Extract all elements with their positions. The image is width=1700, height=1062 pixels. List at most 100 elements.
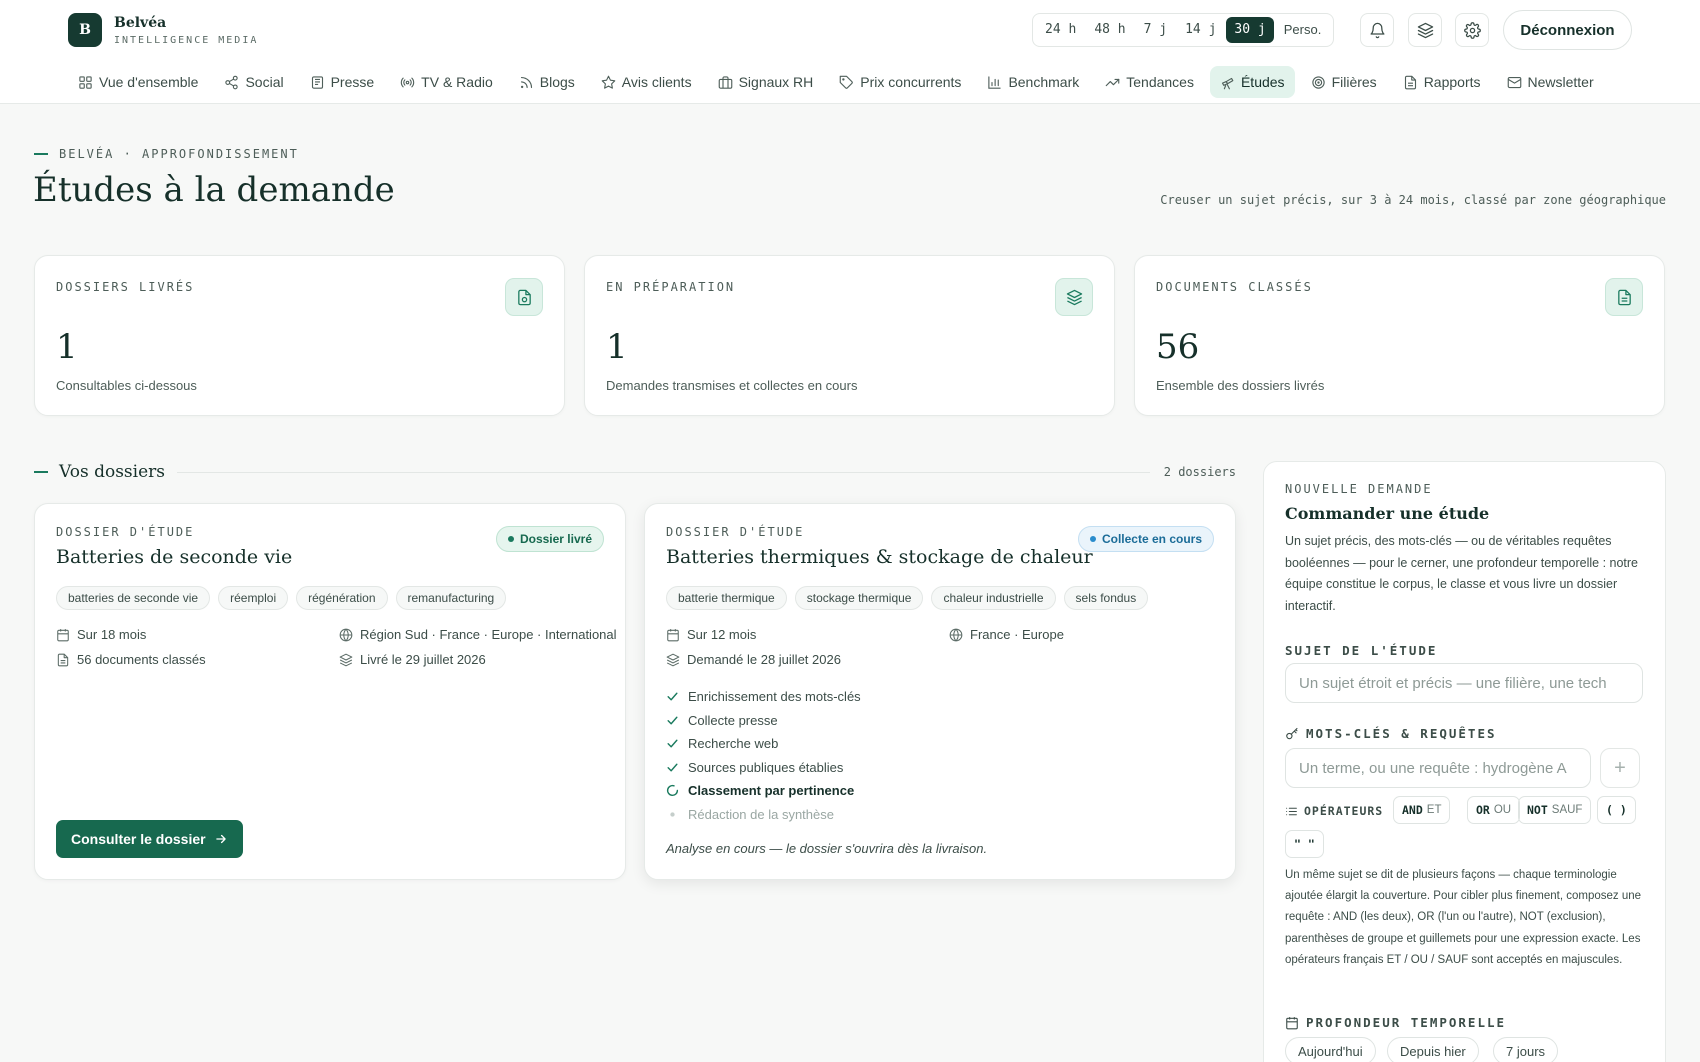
file-check-icon xyxy=(505,278,543,316)
logout-button[interactable]: Déconnexion xyxy=(1503,10,1632,50)
nav-item-hr-signals[interactable]: Signaux RH xyxy=(708,66,824,98)
operator-quotes-button[interactable]: " " xyxy=(1285,830,1324,858)
brand-subtitle: INTELLIGENCE MEDIA xyxy=(114,34,259,46)
nav-item-blogs[interactable]: Blogs xyxy=(509,66,585,98)
layers-icon xyxy=(1417,22,1433,38)
section-count: 2 dossiers xyxy=(1163,465,1236,479)
grid-icon xyxy=(79,75,92,89)
time-range-selector: 24 h 48 h 7 j 14 j 30 j Perso. xyxy=(1032,13,1335,47)
nav-item-social[interactable]: Social xyxy=(214,66,293,98)
stat-description: Consultables ci-dessous xyxy=(56,378,197,393)
document-icon xyxy=(1605,278,1643,316)
nav-label: TV & Radio xyxy=(421,74,493,90)
brand[interactable]: B Belvéa INTELLIGENCE MEDIA xyxy=(68,13,258,47)
nav-item-reports[interactable]: Rapports xyxy=(1393,66,1491,98)
settings-button[interactable] xyxy=(1455,13,1489,47)
nav-item-newsletter[interactable]: Newsletter xyxy=(1497,66,1604,98)
stat-card-in-progress: EN PRÉPARATION 1 Demandes transmises et … xyxy=(584,255,1115,416)
nav-label: Tendances xyxy=(1126,74,1194,90)
nav-label: Signaux RH xyxy=(738,74,814,90)
brand-logo: B xyxy=(68,13,102,47)
stat-card-documents: DOCUMENTS CLASSÉS 56 Ensemble des dossie… xyxy=(1134,255,1665,416)
nav-item-tv-radio[interactable]: TV & Radio xyxy=(390,66,503,98)
subject-label: SUJET DE L'ÉTUDE xyxy=(1285,643,1438,658)
range-14j[interactable]: 14 j xyxy=(1177,17,1224,43)
range-30j[interactable]: 30 j xyxy=(1226,17,1274,43)
tag-icon xyxy=(839,75,854,89)
range-24h[interactable]: 24 h xyxy=(1037,17,1084,43)
analysis-note: Analyse en cours — le dossier s'ouvrira … xyxy=(666,841,988,856)
keyword-tag: chaleur industrielle xyxy=(931,586,1056,610)
key-icon xyxy=(1286,727,1298,739)
file-icon xyxy=(1404,75,1416,89)
status-dot-icon xyxy=(507,536,514,542)
keywords-label: MOTS-CLÉS & REQUÊTES xyxy=(1285,726,1497,741)
calendar-icon xyxy=(57,628,69,641)
section-title: Vos dossiers xyxy=(59,462,165,482)
range-48h[interactable]: 48 h xyxy=(1086,17,1133,43)
dossier-date: Demandé le 28 juillet 2026 xyxy=(666,652,841,667)
stat-label: EN PRÉPARATION xyxy=(606,280,736,294)
dossier-kicker: DOSSIER D'ÉTUDE xyxy=(56,525,195,539)
nav-item-press[interactable]: Presse xyxy=(300,66,385,98)
range-7j[interactable]: 7 j xyxy=(1136,17,1175,43)
step-done: Sources publiques établies xyxy=(666,756,861,780)
keywords-input[interactable]: Un terme, ou une requête : hydrogène A xyxy=(1285,748,1591,788)
nav-item-studies[interactable]: Études xyxy=(1209,66,1295,98)
status-dot-icon xyxy=(1089,536,1096,542)
range-custom[interactable]: Perso. xyxy=(1276,17,1330,43)
top-bar: B Belvéa INTELLIGENCE MEDIA 24 h 48 h 7 … xyxy=(0,0,1700,104)
step-done: Collecte presse xyxy=(666,709,861,733)
rss-icon xyxy=(520,76,532,88)
nav-item-competitor-prices[interactable]: Prix concurrents xyxy=(829,66,971,98)
share-icon xyxy=(225,75,239,89)
bell-icon xyxy=(1369,22,1385,38)
telescope-icon xyxy=(1221,77,1234,89)
operator-parentheses-button[interactable]: ( ) xyxy=(1597,796,1636,824)
nav-item-overview[interactable]: Vue d'ensemble xyxy=(68,66,208,98)
dossier-title: Batteries de seconde vie xyxy=(56,546,293,568)
operators-help: Un même sujet se dit de plusieurs façons… xyxy=(1285,869,1642,966)
star-icon xyxy=(601,75,616,89)
form-description: Un sujet précis, des mots-clés — ou de v… xyxy=(1285,534,1639,613)
new-study-form: NOUVELLE DEMANDE Commander une étude Un … xyxy=(1263,461,1666,1062)
operator-not-button[interactable]: NOT SAUF xyxy=(1518,796,1592,824)
nav-item-trends[interactable]: Tendances xyxy=(1095,66,1204,98)
keyword-tags: batterie thermique stockage thermique ch… xyxy=(666,586,1149,610)
nav-label: Blogs xyxy=(539,74,575,90)
stat-label: DOSSIERS LIVRÉS xyxy=(56,280,195,294)
dossier-card: DOSSIER D'ÉTUDE Batteries thermiques & s… xyxy=(644,503,1236,880)
depth-option-yesterday[interactable]: Depuis hier xyxy=(1387,1037,1479,1062)
keyword-tag: réemploi xyxy=(218,586,289,610)
nav-label: Benchmark xyxy=(1008,74,1080,90)
gear-icon xyxy=(1463,21,1481,39)
stat-description: Demandes transmises et collectes en cour… xyxy=(606,378,858,393)
layers-button[interactable] xyxy=(1408,13,1442,47)
dossier-period: Sur 12 mois xyxy=(666,627,756,642)
nav-item-benchmark[interactable]: Benchmark xyxy=(977,66,1089,98)
notifications-button[interactable] xyxy=(1360,13,1394,47)
depth-option-7-days[interactable]: 7 jours xyxy=(1493,1037,1559,1062)
nav-label: Avis clients xyxy=(621,74,692,90)
mail-icon xyxy=(1507,76,1521,88)
open-dossier-button[interactable]: Consulter le dossier xyxy=(56,820,243,858)
dossier-date: Livré le 29 juillet 2026 xyxy=(339,652,486,667)
depth-option-today[interactable]: Aujourd'hui xyxy=(1285,1037,1376,1062)
operator-and-button[interactable]: AND ET xyxy=(1393,796,1451,824)
operator-or-button[interactable]: OR OU xyxy=(1467,796,1521,824)
add-keyword-button[interactable]: + xyxy=(1600,748,1640,788)
depth-label: PROFONDEUR TEMPORELLE xyxy=(1285,1015,1506,1030)
dot-icon xyxy=(670,812,675,817)
calendar-icon xyxy=(667,628,679,641)
nav-item-sectors[interactable]: Filières xyxy=(1301,66,1387,98)
nav-item-reviews[interactable]: Avis clients xyxy=(591,66,702,98)
layers-icon xyxy=(1055,278,1093,316)
dossier-zones: France · Europe xyxy=(949,627,1064,642)
dossier-kicker: DOSSIER D'ÉTUDE xyxy=(666,525,805,539)
calendar-icon xyxy=(1286,1016,1298,1029)
stat-value: 56 xyxy=(1156,327,1200,367)
newspaper-icon xyxy=(311,75,323,89)
check-icon xyxy=(667,716,678,725)
subject-input[interactable]: Un sujet étroit et précis — une filière,… xyxy=(1285,663,1643,703)
keyword-tag: batterie thermique xyxy=(666,586,787,610)
